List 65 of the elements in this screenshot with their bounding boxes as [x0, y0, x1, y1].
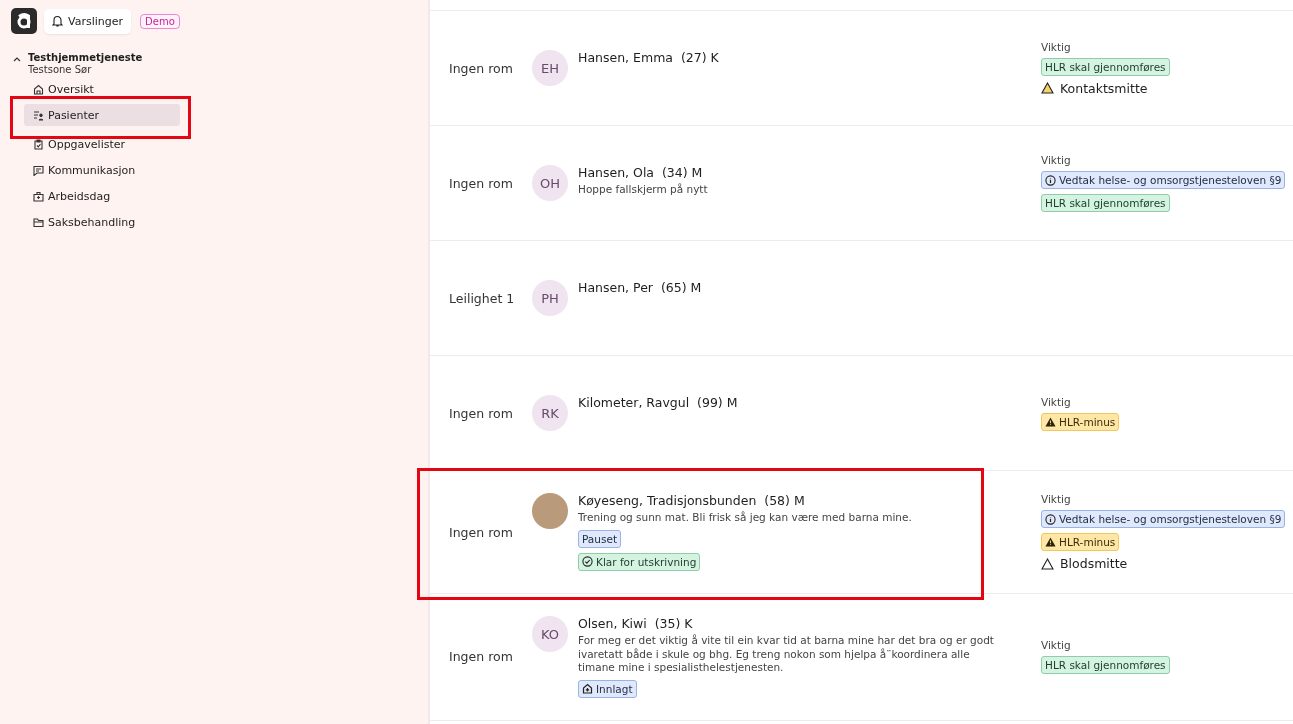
patient-name[interactable]: Olsen, Kiwi (35) K [578, 616, 693, 631]
patient-goal: Trening og sunn mat. Bli frisk så jeg kan være med barna mine. [578, 511, 912, 525]
alert-tag: Vedtak helse- og omsorgstjenesteloven §9 [1041, 510, 1286, 528]
avatar: KO [532, 616, 568, 652]
nav-item[interactable]: Oversikt [24, 78, 180, 100]
patient-name[interactable]: Kilometer, Ravgul (99) M [578, 395, 738, 410]
alert-tag: HLR skal gjennomføres [1041, 57, 1170, 76]
important-label: Viktig [1041, 493, 1071, 505]
status-tag: Pauset [578, 529, 621, 548]
important-label: Viktig [1041, 154, 1071, 166]
status-tag: Klar for utskrivning [578, 552, 701, 571]
patient-name[interactable]: Hansen, Emma (27) K [578, 50, 719, 65]
alert-tag: HLR skal gjennomføres [1041, 194, 1170, 212]
important-label: Viktig [1041, 639, 1071, 652]
room-label: Ingen rom [448, 60, 514, 76]
unit-subtitle: Testsone Sør [28, 64, 93, 75]
nav-icon [33, 164, 44, 176]
house-icon [582, 683, 593, 695]
nav-icon [33, 216, 44, 228]
room-label: Ingen rom [448, 524, 514, 540]
alert-tag: Blodsmitte [1041, 556, 1128, 571]
room-label: Ingen rom [448, 649, 514, 665]
alert-tag: Vedtak helse- og omsorgstjenesteloven §9 [1041, 171, 1286, 189]
nav-item[interactable]: Arbeidsdag [24, 185, 180, 207]
status-tag: Innlagt [578, 679, 637, 698]
alert-tag: HLR-minus [1041, 533, 1120, 551]
notifications-button[interactable]: Varslinger [44, 8, 132, 34]
photo-placeholder [532, 493, 568, 530]
room-label: Ingen rom [448, 175, 514, 191]
bell-icon [52, 15, 63, 27]
avatar: PH [532, 280, 568, 316]
unit-title: Testhjemmetjeneste [28, 52, 143, 63]
avatar: OH [532, 165, 568, 201]
caret-icon[interactable] [13, 56, 21, 62]
patient-goal: Hoppe fallskjerm på nytt [578, 183, 708, 197]
avatar: RK [532, 395, 568, 431]
room-label: Leilighet 1 [448, 290, 516, 306]
alert-tag: HLR-minus [1041, 412, 1120, 431]
warning-icon [1041, 82, 1054, 94]
alert-tag: HLR skal gjennomføres [1041, 656, 1170, 675]
info-icon [1045, 513, 1056, 525]
warning-icon [1045, 537, 1056, 547]
avatar: EH [532, 50, 568, 86]
patient-name[interactable]: Køyeseng, Tradisjonsbunden (58) M [578, 493, 805, 509]
check-circle-icon [582, 556, 593, 568]
nav-icon [33, 109, 44, 121]
demo-badge: Demo [140, 13, 180, 29]
nav-icon [33, 138, 44, 150]
important-label: Viktig [1041, 40, 1071, 53]
nav-icon [33, 83, 44, 95]
nav-icon [33, 190, 44, 202]
patient-goal: For meg er det viktig å vite til ein kvar tid at barna mine har det bra og er godt ivaretatt både i skule og bhg. Eg treng nokon som hjelpa å¨koordinera alle timane mine i spesialisthelestjenesten. [578, 634, 995, 675]
app-logo[interactable] [11, 8, 37, 34]
nav-item[interactable]: Kommunikasjon [24, 159, 180, 181]
nav-item[interactable]: Saksbehandling [24, 211, 180, 233]
patient-name[interactable]: Hansen, Ola (34) M [578, 165, 703, 180]
warning-icon [1045, 416, 1056, 427]
nav-item[interactable]: Pasienter [24, 104, 180, 126]
important-label: Viktig [1041, 395, 1071, 408]
patient-name[interactable]: Hansen, Per (65) M [578, 280, 702, 295]
nav-item[interactable]: Oppgavelister [24, 133, 180, 155]
alert-tag: Kontaktsmitte [1041, 80, 1148, 96]
room-label: Ingen rom [448, 405, 514, 421]
warning-icon [1041, 557, 1054, 570]
info-icon [1045, 174, 1056, 186]
